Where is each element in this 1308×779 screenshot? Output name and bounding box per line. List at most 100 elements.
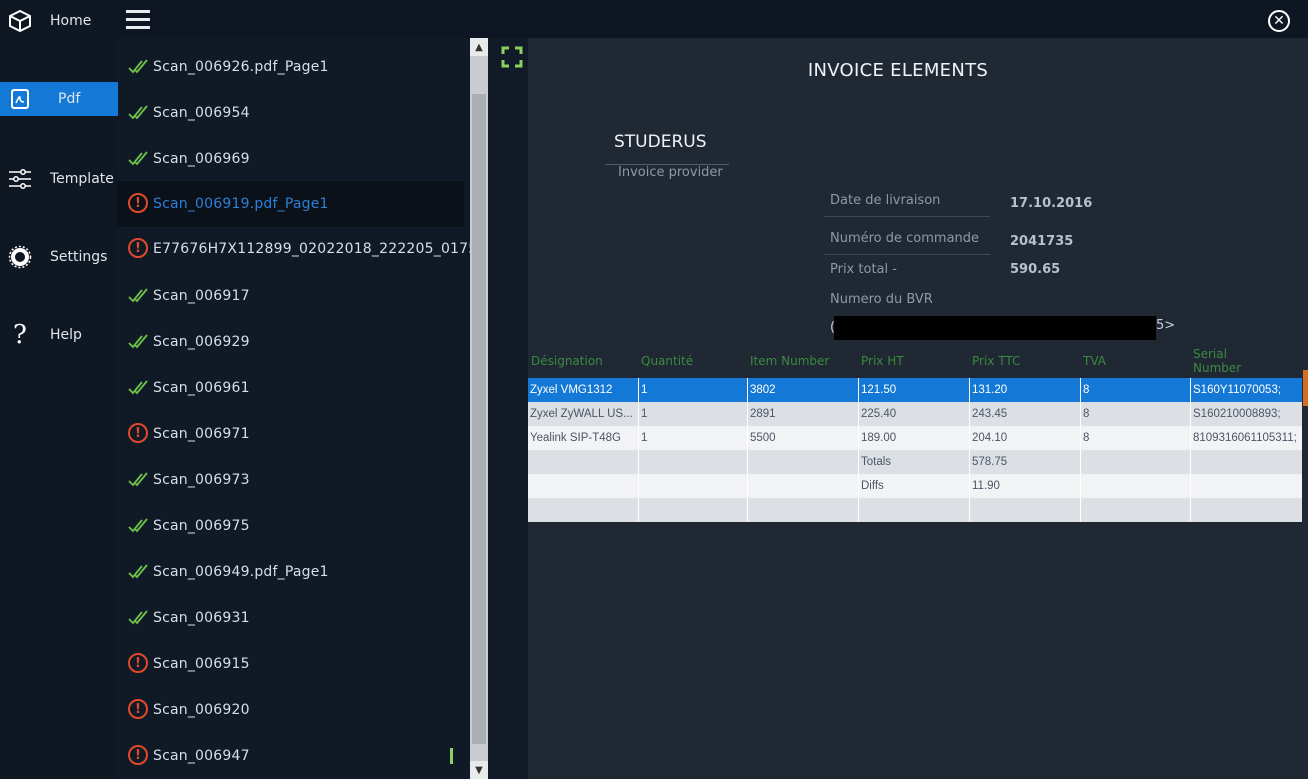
table-cell[interactable]: Yealink SIP-T48G: [528, 426, 638, 450]
divider-strip: [488, 38, 528, 779]
nav-item-template[interactable]: Template: [0, 162, 118, 196]
column-header[interactable]: Prix HT: [861, 344, 972, 378]
table-cell[interactable]: 8: [1080, 402, 1190, 426]
file-name: Scan_006961: [153, 380, 250, 396]
table-cell[interactable]: S160210008893;: [1190, 402, 1302, 426]
file-list-item[interactable]: ! Scan_006947: [118, 733, 464, 779]
scroll-up-icon[interactable]: ▲: [470, 38, 488, 56]
menu-icon[interactable]: [126, 10, 150, 30]
table-cell[interactable]: [638, 450, 747, 474]
file-list-item[interactable]: ! Scan_006920: [118, 687, 464, 733]
table-cell[interactable]: Zyxel ZyWALL US...: [528, 402, 638, 426]
file-name: Scan_006975: [153, 518, 250, 534]
table-cell[interactable]: 121.50: [858, 378, 969, 402]
expand-icon[interactable]: [501, 46, 523, 68]
file-name: Scan_006920: [153, 702, 250, 718]
nav-item-settings[interactable]: Settings: [0, 240, 118, 274]
table-cell[interactable]: [1080, 498, 1190, 522]
column-header[interactable]: Item Number: [750, 344, 861, 378]
table-row[interactable]: Diffs 11.90: [528, 474, 1302, 498]
table-cell[interactable]: [747, 474, 858, 498]
table-cell[interactable]: Zyxel VMG1312: [528, 378, 638, 402]
column-header[interactable]: Prix TTC: [972, 344, 1083, 378]
file-list-item[interactable]: Scan_006961: [118, 365, 464, 411]
table-cell[interactable]: Totals: [858, 450, 969, 474]
scroll-down-icon[interactable]: ▼: [470, 761, 488, 779]
nav-item-help[interactable]: ? Help: [0, 318, 118, 352]
table-cell[interactable]: [858, 498, 969, 522]
file-list-item[interactable]: Scan_006926.pdf_Page1: [118, 44, 464, 90]
error-icon: !: [128, 653, 150, 675]
file-list-item[interactable]: Scan_006929: [118, 319, 464, 365]
file-list-item[interactable]: ! E77676H7X112899_02022018_222205_017511: [118, 226, 495, 272]
table-cell[interactable]: [1190, 474, 1302, 498]
order-number-value[interactable]: 2041735: [1010, 234, 1073, 249]
table-cell[interactable]: 3802: [747, 378, 858, 402]
gear-icon: [8, 245, 32, 269]
table-cell[interactable]: 131.20: [969, 378, 1080, 402]
file-list-item[interactable]: ! Scan_006915: [118, 641, 464, 687]
table-cell[interactable]: 204.10: [969, 426, 1080, 450]
table-row[interactable]: Totals 578.75: [528, 450, 1302, 474]
table-cell[interactable]: [969, 498, 1080, 522]
table-cell[interactable]: 225.40: [858, 402, 969, 426]
table-row[interactable]: Zyxel VMG1312 1 3802 121.50 131.20 8 S160Y1107…: [528, 378, 1302, 402]
table-cell[interactable]: [528, 474, 638, 498]
file-list-item[interactable]: Scan_006954: [118, 90, 464, 136]
table-cell[interactable]: [528, 498, 638, 522]
close-icon[interactable]: ✕: [1268, 10, 1290, 32]
table-cell[interactable]: [1080, 450, 1190, 474]
file-list-item[interactable]: Scan_006949.pdf_Page1: [118, 549, 464, 595]
scroll-thumb[interactable]: [472, 94, 486, 744]
double-check-icon: [128, 469, 150, 491]
table-cell[interactable]: 578.75: [969, 450, 1080, 474]
table-cell[interactable]: 8: [1080, 426, 1190, 450]
provider-name[interactable]: STUDERUS: [614, 132, 707, 152]
file-name: Scan_006915: [153, 656, 250, 672]
table-cell[interactable]: 189.00: [858, 426, 969, 450]
table-cell[interactable]: [747, 450, 858, 474]
column-header[interactable]: TVA: [1083, 344, 1193, 378]
table-cell[interactable]: Diffs: [858, 474, 969, 498]
table-cell[interactable]: [638, 474, 747, 498]
file-list-scrollbar[interactable]: ▲ ▼: [470, 38, 488, 779]
table-cell[interactable]: [747, 498, 858, 522]
file-name: Scan_006973: [153, 472, 250, 488]
nav-item-pdf[interactable]: Pdf: [0, 82, 118, 116]
page-title: INVOICE ELEMENTS: [807, 60, 989, 81]
table-cell[interactable]: 5500: [747, 426, 858, 450]
table-cell[interactable]: 1: [638, 402, 747, 426]
column-header[interactable]: Quantité: [641, 344, 750, 378]
file-list-item[interactable]: Scan_006917: [118, 273, 464, 319]
delivery-date-value[interactable]: 17.10.2016: [1010, 196, 1092, 211]
invoice-panel: INVOICE ELEMENTS STUDERUS Invoice provid…: [528, 38, 1308, 779]
double-check-icon: [128, 515, 150, 537]
table-cell[interactable]: 243.45: [969, 402, 1080, 426]
table-cell[interactable]: [1190, 498, 1302, 522]
table-cell[interactable]: 1: [638, 378, 747, 402]
table-cell[interactable]: 8: [1080, 378, 1190, 402]
file-list-item[interactable]: ! Scan_006971: [118, 411, 464, 457]
table-row[interactable]: Yealink SIP-T48G 1 5500 189.00 204.10 8 810931…: [528, 426, 1302, 450]
column-header[interactable]: Serial Number: [1193, 344, 1253, 378]
file-list-item[interactable]: Scan_006975: [118, 503, 464, 549]
table-row[interactable]: [528, 498, 1302, 522]
table-cell[interactable]: [1080, 474, 1190, 498]
file-list-item[interactable]: Scan_006931: [118, 595, 464, 641]
table-cell[interactable]: [528, 450, 638, 474]
file-list-item[interactable]: Scan_006973: [118, 457, 464, 503]
table-cell[interactable]: [638, 498, 747, 522]
table-cell[interactable]: 1: [638, 426, 747, 450]
table-row[interactable]: Zyxel ZyWALL US... 1 2891 225.40 243.45 8 S160…: [528, 402, 1302, 426]
table-cell[interactable]: S160Y11070053;: [1190, 378, 1302, 402]
table-cell[interactable]: [1190, 450, 1302, 474]
nav-item-home[interactable]: Home: [0, 4, 118, 38]
file-list-item[interactable]: ! Scan_006919.pdf_Page1: [118, 181, 464, 227]
file-list-item[interactable]: Scan_006969: [118, 136, 464, 182]
table-cell[interactable]: 11.90: [969, 474, 1080, 498]
top-bar: [118, 0, 1308, 38]
table-cell[interactable]: 8109316061105311;: [1190, 426, 1302, 450]
column-header[interactable]: Désignation: [531, 344, 641, 378]
table-cell[interactable]: 2891: [747, 402, 858, 426]
total-price-value[interactable]: 590.65: [1010, 262, 1060, 277]
